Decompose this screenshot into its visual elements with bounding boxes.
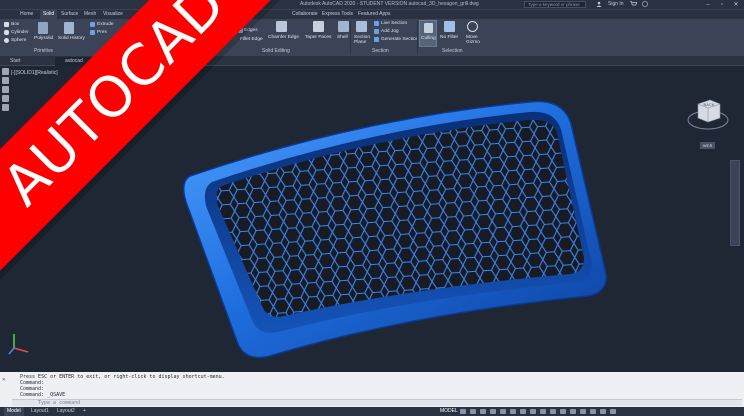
extrude-icon [90, 22, 95, 27]
tab-start[interactable]: Start [0, 57, 55, 66]
section-plane-button[interactable]: Section Plane [354, 35, 374, 45]
polar-icon[interactable] [490, 409, 496, 414]
command-line: ✕ Press ESC or ENTER to exit, or right-c… [0, 372, 744, 407]
annotation-icon[interactable] [550, 409, 556, 414]
minimize-icon[interactable]: – [702, 0, 714, 10]
cylinder-icon [4, 30, 9, 35]
history-line: Command: _QSAVE [20, 392, 66, 398]
snap-icon[interactable] [470, 409, 476, 414]
ribbon-tabs: Home Solid Surface Mesh Visualize Collab… [0, 10, 744, 19]
separator [417, 21, 418, 54]
app-title: Autodesk AutoCAD 2020 - STUDENT VERSION … [300, 1, 479, 7]
transparency-icon[interactable] [530, 409, 536, 414]
user-icon[interactable] [596, 1, 602, 7]
tab-featured-apps[interactable]: Featured Apps [358, 10, 391, 19]
customize-icon[interactable] [610, 409, 616, 414]
taper-faces-button[interactable]: Taper Faces [305, 35, 331, 40]
navigation-bar[interactable] [730, 160, 740, 246]
move-gizmo-icon [467, 21, 478, 32]
extrude-button[interactable]: Extrude [97, 22, 114, 27]
status-tools [460, 409, 616, 414]
command-history: Press ESC or ENTER to exit, or right-cli… [20, 374, 225, 398]
primitive-group-label: Primitive [34, 48, 54, 54]
tab-collaborate[interactable]: Collaborate [292, 10, 318, 19]
box-button[interactable]: Box [11, 22, 19, 27]
solid-editing-group-label: Solid Editing [262, 48, 290, 54]
solid-history-button[interactable]: Solid History [58, 36, 85, 41]
add-layout-icon[interactable]: + [80, 407, 89, 416]
close-icon[interactable]: ✕ [730, 0, 742, 10]
generate-section-icon [374, 37, 379, 42]
sign-in-link[interactable]: Sign In [608, 1, 624, 7]
generate-section-button[interactable]: Generate Section [381, 37, 418, 42]
tab-solid[interactable]: Solid [40, 10, 58, 19]
clean-screen-icon[interactable] [600, 409, 606, 414]
live-section-icon [374, 21, 379, 26]
solid-history-icon [64, 22, 74, 34]
history-line: Press ESC or ENTER to exit, or right-cli… [20, 374, 225, 380]
shell-button[interactable]: Shell [337, 35, 348, 40]
otrack-icon[interactable] [510, 409, 516, 414]
ortho-icon[interactable] [480, 409, 486, 414]
section-group-label: Section [372, 48, 389, 54]
move-gizmo-button[interactable]: Move Gizmo [466, 35, 482, 45]
viewcube[interactable]: BACK [686, 90, 730, 134]
title-bar: Autodesk AutoCAD 2020 - STUDENT VERSION … [0, 0, 744, 10]
selection-group-label: Selection [442, 48, 463, 54]
title-bar-right: Sign In [596, 1, 648, 7]
no-filter-icon [444, 21, 455, 32]
osnap-icon[interactable] [500, 409, 506, 414]
polysolid-button[interactable]: Polysolid [34, 36, 53, 41]
status-bar: Model Layout1 Layout2 + MODEL [0, 407, 744, 416]
tab-express-tools[interactable]: Express Tools [322, 10, 353, 19]
tab-surface[interactable]: Surface [61, 10, 78, 19]
chamfer-edge-icon [276, 21, 287, 32]
maximize-icon[interactable]: ▫ [716, 0, 728, 10]
model-space-toggle[interactable]: MODEL [440, 407, 458, 416]
sphere-button[interactable]: Sphere [11, 38, 26, 43]
search-input[interactable]: Type a keyword or phrase [524, 1, 586, 8]
viewcube-face-label: BACK [704, 102, 715, 107]
ucs-icon [8, 334, 29, 355]
cylinder-button[interactable]: Cylinder [11, 30, 29, 35]
selection-cycling-icon[interactable] [540, 409, 546, 414]
tab-model[interactable]: Model [4, 407, 24, 416]
box-icon [4, 22, 9, 27]
add-jog-button[interactable]: Add Jog [381, 29, 399, 34]
chamfer-edge-button[interactable]: Chamfer Edge [268, 35, 299, 40]
culling-icon [424, 23, 433, 33]
workspace-icon[interactable] [560, 409, 566, 414]
separator [350, 21, 351, 54]
shell-icon [338, 21, 349, 32]
tab-mesh[interactable]: Mesh [84, 10, 96, 19]
isolate-icon[interactable] [580, 409, 586, 414]
command-input[interactable]: Type a command [12, 399, 742, 406]
sphere-icon [4, 38, 9, 43]
culling-label: Culling [421, 36, 436, 41]
cart-icon[interactable] [629, 1, 637, 7]
units-icon[interactable] [570, 409, 576, 414]
live-section-button[interactable]: Live Section [381, 21, 407, 26]
no-filter-button[interactable]: No Filter [440, 35, 458, 40]
hardware-icon[interactable] [590, 409, 596, 414]
tab-layout2[interactable]: Layout2 [54, 407, 78, 416]
tab-home[interactable]: Home [20, 10, 33, 19]
grid-icon[interactable] [460, 409, 466, 414]
section-plane-icon [356, 21, 367, 32]
add-jog-icon [374, 29, 379, 34]
tab-visualize[interactable]: Visualize [103, 10, 123, 19]
culling-button[interactable]: Culling [419, 20, 437, 47]
close-icon[interactable]: ✕ [2, 376, 6, 383]
tab-layout1[interactable]: Layout1 [28, 407, 52, 416]
help-icon[interactable] [641, 1, 648, 7]
polysolid-icon [38, 22, 48, 34]
presspull-icon [90, 30, 95, 35]
presspull-button[interactable]: Pres [97, 30, 107, 35]
fillet-edge-button[interactable]: Fillet Edge [240, 37, 263, 42]
wcs-menu[interactable]: WCS [700, 142, 716, 149]
taper-faces-icon [313, 21, 324, 32]
lineweight-icon[interactable] [520, 409, 526, 414]
